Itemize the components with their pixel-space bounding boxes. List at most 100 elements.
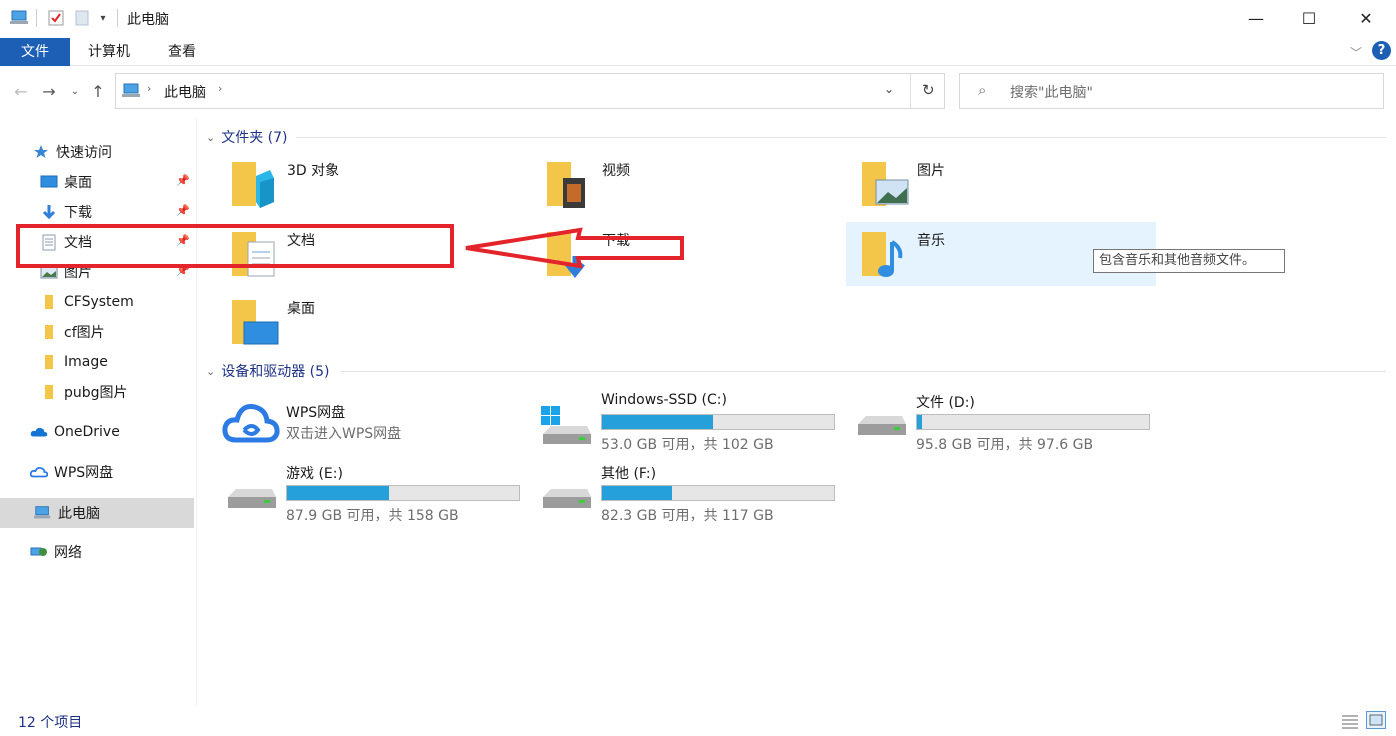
breadcrumb-this-pc[interactable]: 此电脑	[164, 82, 206, 102]
pin-icon[interactable]: 📌	[176, 174, 190, 188]
details-view-icon[interactable]	[1341, 713, 1359, 729]
tab-computer[interactable]: 计算机	[76, 38, 142, 66]
sidebar-item-label: 此电脑	[58, 506, 100, 522]
status-bar: 12 个项目	[0, 706, 1396, 736]
tooltip: 包含音乐和其他音频文件。	[1093, 249, 1285, 273]
recent-locations-icon[interactable]: ⌄	[64, 80, 86, 102]
folder-videos[interactable]: 视频	[535, 152, 845, 216]
sidebar-item-label: OneDrive	[54, 424, 120, 440]
sidebar-item-label: 下载	[64, 205, 92, 221]
annotation-highlight-box	[16, 224, 454, 268]
sidebar-item-quick-access[interactable]: 快速访问	[0, 138, 194, 166]
up-icon[interactable]: ↑	[87, 80, 109, 102]
sidebar-item-folder[interactable]: pubg图片	[0, 378, 194, 406]
drive-label: Windows-SSD (C:)	[601, 392, 727, 408]
folder-label: 音乐	[917, 233, 945, 249]
tab-file[interactable]: 文件	[0, 38, 70, 66]
group-title: 文件夹 (7)	[221, 130, 288, 146]
back-icon[interactable]: ←	[10, 80, 32, 102]
download-icon	[40, 203, 58, 221]
forward-icon[interactable]: →	[38, 80, 60, 102]
sidebar-item-label: Image	[64, 354, 108, 370]
wps-cloud-icon	[222, 404, 280, 443]
drive-free-text: 82.3 GB 可用，共 117 GB	[601, 508, 774, 524]
close-button[interactable]: ✕	[1340, 0, 1392, 36]
drive-wps[interactable]: WPS网盘 双击进入WPS网盘	[220, 400, 530, 464]
drive-usage-fill	[917, 415, 922, 429]
group-header-folders[interactable]: ⌄ 文件夹 (7)	[206, 126, 1386, 148]
folder-pictures[interactable]: 图片	[850, 152, 1160, 216]
help-icon[interactable]: ?	[1372, 41, 1391, 60]
group-title: 设备和驱动器 (5)	[221, 364, 330, 380]
drive-usage-fill	[602, 486, 672, 500]
title-separator	[36, 9, 37, 27]
sidebar-item-wps[interactable]: WPS网盘	[0, 458, 194, 486]
search-box[interactable]: ⌕ 搜索"此电脑"	[959, 73, 1384, 109]
address-dropdown-icon[interactable]: ⌄	[884, 82, 894, 96]
sidebar-item-onedrive[interactable]: OneDrive	[0, 418, 194, 446]
folder-label: 图片	[917, 163, 945, 179]
desktop-icon	[40, 173, 58, 191]
folder-3d-objects[interactable]: 3D 对象	[220, 152, 530, 216]
search-input[interactable]: 搜索"此电脑"	[1010, 82, 1093, 102]
drive-usage-bar	[286, 485, 520, 501]
drive-usage-bar	[601, 414, 835, 430]
chevron-down-icon: ⌄	[206, 130, 216, 144]
drive-label: WPS网盘	[286, 405, 346, 421]
breadcrumb-separator-icon[interactable]: ›	[147, 82, 151, 95]
expand-ribbon-icon[interactable]: ﹀	[1350, 44, 1362, 61]
sidebar-item-label: WPS网盘	[54, 465, 114, 481]
drive-usage-fill	[602, 415, 714, 429]
drive-c[interactable]: Windows-SSD (C:) 53.0 GB 可用，共 102 GB	[535, 392, 845, 456]
drive-label: 文件 (D:)	[916, 395, 975, 411]
computer-icon	[122, 82, 142, 104]
new-folder-icon[interactable]	[72, 8, 92, 28]
sidebar-item-label: 网络	[54, 545, 82, 561]
sidebar-item-label: 桌面	[64, 175, 92, 191]
sidebar-item-label: cf图片	[64, 325, 105, 341]
computer-icon	[34, 504, 52, 522]
sidebar-item-downloads[interactable]: 下载 📌	[0, 198, 194, 226]
group-header-devices[interactable]: ⌄ 设备和驱动器 (5)	[206, 360, 1386, 382]
folder-desktop[interactable]: 桌面	[220, 290, 530, 354]
properties-icon[interactable]	[46, 8, 66, 28]
sidebar-item-desktop[interactable]: 桌面 📌	[0, 168, 194, 196]
folder-label: 视频	[602, 163, 630, 179]
tab-view[interactable]: 查看	[152, 38, 212, 66]
chevron-down-icon: ⌄	[206, 364, 216, 378]
drive-usage-bar	[601, 485, 835, 501]
3d-objects-folder-icon	[232, 162, 274, 208]
drive-free-text: 95.8 GB 可用，共 97.6 GB	[916, 437, 1094, 453]
sidebar-item-folder[interactable]: CFSystem	[0, 288, 194, 316]
breadcrumb-chevron-icon[interactable]: ›	[218, 82, 222, 95]
address-bar[interactable]: › 此电脑 › ⌄ ↻	[115, 73, 945, 109]
drive-free-text: 53.0 GB 可用，共 102 GB	[601, 437, 774, 453]
drive-usage-fill	[287, 486, 390, 500]
address-divider	[910, 74, 911, 108]
network-icon	[30, 543, 48, 561]
star-icon	[32, 143, 50, 161]
maximize-button[interactable]: ☐	[1283, 0, 1335, 36]
minimize-button[interactable]: —	[1230, 0, 1282, 36]
sidebar-item-network[interactable]: 网络	[0, 538, 194, 566]
hard-drive-icon	[858, 416, 906, 435]
windows-drive-icon	[541, 406, 591, 444]
drive-f[interactable]: 其他 (F:) 82.3 GB 可用，共 117 GB	[535, 463, 845, 527]
drive-d[interactable]: 文件 (D:) 95.8 GB 可用，共 97.6 GB	[850, 392, 1160, 456]
drive-e[interactable]: 游戏 (E:) 87.9 GB 可用，共 158 GB	[220, 463, 530, 527]
pin-icon[interactable]: 📌	[176, 204, 190, 218]
sidebar-divider	[196, 118, 197, 706]
sidebar-item-folder[interactable]: Image	[0, 348, 194, 376]
folder-icon	[40, 383, 58, 401]
sidebar-item-this-pc[interactable]: 此电脑	[0, 498, 194, 528]
group-divider	[341, 371, 1386, 372]
title-separator	[117, 9, 118, 27]
sidebar-item-label: pubg图片	[64, 385, 128, 401]
sidebar-item-folder[interactable]: cf图片	[0, 318, 194, 346]
videos-folder-icon	[547, 162, 585, 208]
customize-toolbar-icon[interactable]: ▾	[93, 8, 113, 28]
drive-free-text: 87.9 GB 可用，共 158 GB	[286, 508, 459, 524]
refresh-icon[interactable]: ↻	[922, 81, 935, 99]
large-icons-view-icon[interactable]	[1366, 711, 1386, 729]
hard-drive-icon	[543, 489, 591, 508]
